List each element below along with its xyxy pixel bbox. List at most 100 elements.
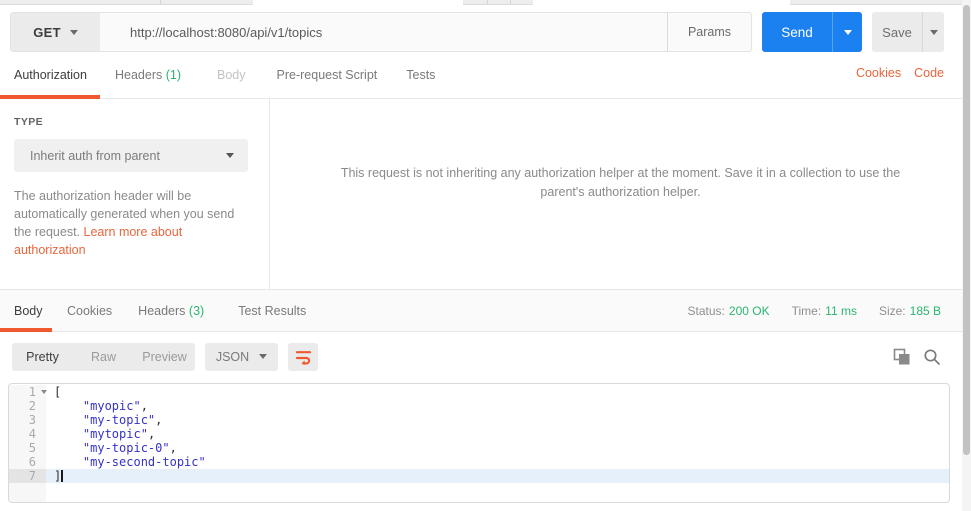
line-content: [	[54, 385, 62, 399]
postman-request-view: GET http://localhost:8080/api/v1/topics …	[0, 0, 971, 511]
line-content: "mytopic",	[82, 427, 156, 441]
auth-type-column: TYPE Inherit auth from parent The author…	[0, 99, 270, 289]
gutter-filler	[9, 483, 46, 502]
code-line: 4 "mytopic",	[9, 427, 949, 441]
time-value: 11 ms	[825, 303, 857, 318]
tab-label: Authorization	[14, 68, 87, 82]
request-tabs: Authorization Headers (1) Body Pre-reque…	[0, 52, 971, 99]
response-toolbar: Pretty Raw Preview JSON	[0, 332, 971, 381]
tab-response-cookies[interactable]: Cookies	[67, 304, 112, 318]
vertical-scrollbar[interactable]	[962, 0, 971, 511]
cookies-code-links: Cookies Code	[856, 66, 944, 80]
chevron-down-icon	[226, 153, 234, 158]
tab-headers[interactable]: Headers (1)	[115, 68, 181, 82]
response-body-editor[interactable]: 1 [ 2 "myopic", 3 "my-topic", 4 "mytopic…	[8, 383, 950, 503]
url-value: http://localhost:8080/api/v1/topics	[130, 24, 323, 40]
code-line: 6 "my-second-topic"	[9, 455, 949, 469]
language-value: JSON	[215, 349, 250, 364]
text-cursor	[61, 470, 63, 482]
authorization-panel: TYPE Inherit auth from parent The author…	[0, 99, 971, 289]
chevron-down-icon	[843, 29, 852, 35]
code-line: 5 "my-topic-0",	[9, 441, 949, 455]
copy-icon	[893, 348, 910, 364]
send-button[interactable]: Send	[762, 12, 832, 52]
tab-label: Headers	[138, 303, 186, 318]
json-string: "mytopic"	[82, 427, 148, 441]
save-button[interactable]: Save	[872, 12, 922, 52]
search-button[interactable]	[923, 348, 941, 366]
status-label: Status:	[687, 303, 725, 318]
method-dropdown[interactable]: GET	[11, 13, 100, 51]
view-raw-button[interactable]: Raw	[73, 343, 134, 371]
send-button-group: Send	[762, 12, 862, 52]
view-preview-button[interactable]: Preview	[134, 343, 195, 371]
code-line: 3 "my-topic",	[9, 413, 949, 427]
chevron-down-icon	[929, 29, 938, 35]
view-pretty-button[interactable]: Pretty	[12, 343, 73, 371]
line-number: 7	[9, 469, 46, 483]
save-options-button[interactable]	[922, 12, 944, 52]
tab-label: Cookies	[67, 303, 113, 318]
json-string: "my-topic"	[82, 413, 156, 427]
window-tab-active[interactable]	[253, 0, 463, 5]
tab-divider	[487, 0, 488, 4]
window-tabs-strip	[0, 0, 971, 5]
auth-helper-column: This request is not inheriting any autho…	[270, 99, 971, 289]
json-string: "my-second-topic"	[82, 455, 206, 469]
cookies-link[interactable]: Cookies	[856, 66, 901, 80]
response-meta-bar: Body Cookies Headers (3) Test Results St…	[0, 289, 971, 332]
headers-count-badge: (3)	[188, 303, 205, 318]
view-mode-switch: Pretty Raw Preview	[12, 342, 195, 371]
wrap-text-icon	[295, 351, 311, 365]
url-group: GET http://localhost:8080/api/v1/topics …	[10, 12, 752, 52]
tab-label: Pre-request Script	[276, 68, 378, 82]
headers-count-badge: (1)	[165, 68, 182, 82]
code-link[interactable]: Code	[914, 66, 944, 80]
tab-response-body[interactable]: Body	[0, 290, 52, 332]
line-number: 2	[9, 399, 46, 413]
request-bar: GET http://localhost:8080/api/v1/topics …	[10, 12, 944, 52]
status-item: Status: 200 OK	[688, 304, 770, 318]
send-label: Send	[781, 24, 813, 40]
window-tab[interactable]	[533, 0, 790, 5]
tab-label: Test Results	[238, 303, 307, 318]
tab-authorization[interactable]: Authorization	[0, 52, 100, 99]
auth-type-value: Inherit auth from parent	[30, 148, 160, 163]
line-number: 3	[9, 413, 46, 427]
toolbar-right-icons	[893, 348, 941, 366]
url-input[interactable]: http://localhost:8080/api/v1/topics	[100, 13, 667, 51]
tab-tests[interactable]: Tests	[406, 68, 435, 82]
fold-caret-icon[interactable]	[41, 390, 47, 394]
tab-response-headers[interactable]: Headers (3)	[138, 304, 204, 318]
line-number: 6	[9, 455, 46, 469]
tab-test-results[interactable]: Test Results	[238, 304, 306, 318]
search-icon	[924, 348, 940, 365]
chevron-down-icon	[259, 354, 268, 359]
line-content: ]	[46, 469, 949, 483]
save-label: Save	[882, 24, 912, 40]
code-line: 2 "myopic",	[9, 399, 949, 413]
chevron-down-icon	[69, 29, 78, 35]
tab-divider	[510, 0, 511, 4]
tab-body[interactable]: Body	[217, 68, 246, 82]
json-string: "my-topic-0"	[82, 441, 170, 455]
time-label: Time:	[791, 303, 822, 318]
line-content: "my-topic",	[82, 413, 163, 427]
language-dropdown[interactable]: JSON	[205, 342, 278, 371]
params-button[interactable]: Params	[667, 13, 751, 51]
time-item: Time: 11 ms	[792, 304, 857, 318]
wrap-text-button[interactable]	[288, 342, 318, 371]
line-number: 5	[9, 441, 46, 455]
auth-description: The authorization header will be automat…	[14, 187, 248, 259]
content-filler	[46, 483, 949, 502]
scrollbar-thumb[interactable]	[963, 5, 970, 455]
auth-type-select[interactable]: Inherit auth from parent	[14, 139, 248, 172]
size-value: 185 B	[909, 303, 941, 318]
send-options-button[interactable]	[832, 12, 862, 52]
line-number: 4	[9, 427, 46, 441]
code-line: 1 [	[9, 385, 949, 399]
tab-pre-request-script[interactable]: Pre-request Script	[277, 68, 378, 82]
size-label: Size:	[878, 303, 906, 318]
copy-button[interactable]	[893, 348, 911, 366]
tab-label: Headers	[115, 68, 163, 82]
